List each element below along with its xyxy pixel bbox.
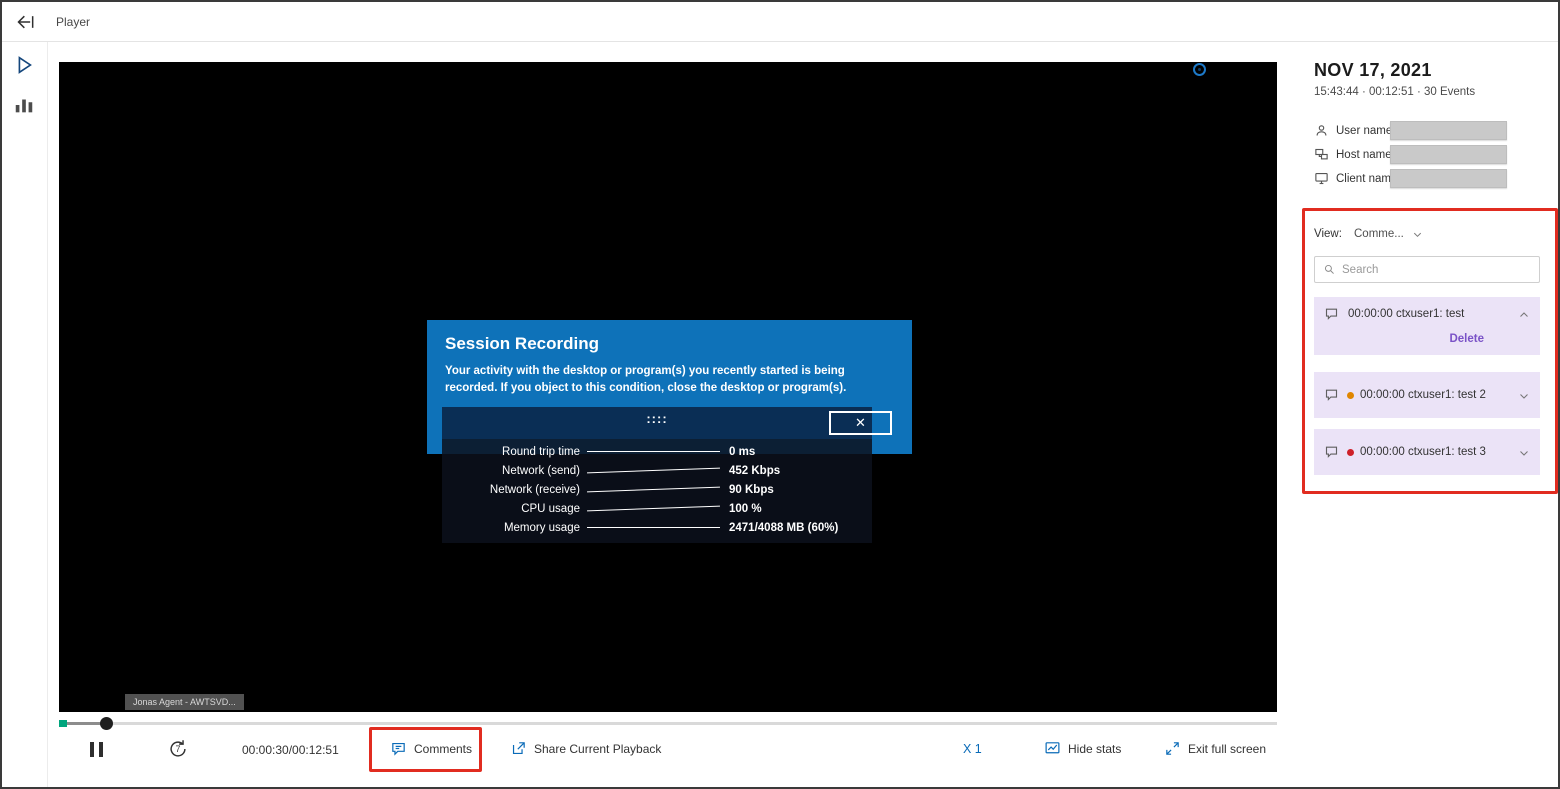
stat-value: 100 % xyxy=(729,503,762,515)
close-icon: ✕ xyxy=(855,415,866,431)
top-bar: Player xyxy=(2,2,1558,42)
chevron-up-icon[interactable] xyxy=(1518,309,1530,321)
stat-sparkline xyxy=(587,506,720,512)
stat-label: Memory usage xyxy=(442,522,580,534)
user-icon xyxy=(1314,123,1329,138)
share-playback-button[interactable]: Share Current Playback xyxy=(510,740,661,757)
stat-value: 0 ms xyxy=(729,446,755,458)
stats-chart-icon xyxy=(1044,740,1061,757)
delete-comment-link[interactable]: Delete xyxy=(1449,333,1484,345)
playback-speed-button[interactable]: X 1 xyxy=(963,742,982,756)
stat-sparkline xyxy=(587,468,720,474)
time-label: 00:00:30/00:12:51 xyxy=(242,743,339,757)
stat-row: Network (send) 452 Kbps xyxy=(442,461,872,480)
share-icon xyxy=(510,740,527,757)
exit-fullscreen-button[interactable]: Exit full screen xyxy=(1164,740,1266,757)
comment-bubble-icon xyxy=(1324,387,1339,402)
pause-icon xyxy=(90,742,94,757)
pause-button[interactable] xyxy=(90,742,103,757)
play-tab-icon[interactable] xyxy=(13,54,35,76)
field-label: Client name xyxy=(1336,173,1397,185)
recording-date: NOV 17, 2021 xyxy=(1314,60,1432,81)
chevron-down-icon[interactable] xyxy=(1518,390,1530,402)
comment-item[interactable]: 00:00:00 ctxuser1: test 2 xyxy=(1314,372,1540,418)
page-title: Player xyxy=(56,15,90,29)
search-input[interactable] xyxy=(1342,264,1531,276)
comment-bubble-icon xyxy=(1324,306,1339,321)
comment-bubble-icon xyxy=(390,740,407,757)
client-name-redacted-value xyxy=(1390,169,1507,188)
comment-item[interactable]: 00:00:00 ctxuser1: test Delete xyxy=(1314,297,1540,355)
comment-bubble-icon xyxy=(1324,444,1339,459)
pointer-highlight-icon xyxy=(1193,63,1206,76)
field-user-name: User name: xyxy=(1314,123,1395,138)
field-client-name: Client name xyxy=(1314,171,1397,186)
comment-item[interactable]: 00:00:00 ctxuser1: test 3 xyxy=(1314,429,1540,475)
hide-stats-button[interactable]: Hide stats xyxy=(1044,740,1121,757)
view-label: View: xyxy=(1314,228,1342,240)
stats-tab-icon[interactable] xyxy=(13,94,35,116)
chevron-down-icon[interactable] xyxy=(1518,447,1530,459)
field-label: Host name: xyxy=(1336,149,1395,161)
user-name-redacted-value xyxy=(1390,121,1507,140)
stat-row: CPU usage 100 % xyxy=(442,499,872,518)
share-label: Share Current Playback xyxy=(534,742,661,756)
event-dot-red xyxy=(1347,449,1354,456)
hide-stats-label: Hide stats xyxy=(1068,742,1121,756)
stat-label: CPU usage xyxy=(442,503,580,515)
stat-row: Network (receive) 90 Kbps xyxy=(442,480,872,499)
host-name-redacted-value xyxy=(1390,145,1507,164)
stat-sparkline xyxy=(587,451,720,452)
event-dot-orange xyxy=(1347,392,1354,399)
host-icon xyxy=(1314,147,1329,162)
comment-text: 00:00:00 ctxuser1: test 3 xyxy=(1360,446,1486,458)
close-stats-button[interactable]: ✕ xyxy=(829,411,892,435)
replay-button[interactable]: 7 xyxy=(167,738,189,760)
timeline-track[interactable] xyxy=(59,722,1277,725)
field-label: User name: xyxy=(1336,125,1395,137)
stat-value: 452 Kbps xyxy=(729,465,780,477)
stats-overlay: :::: ✕ Round trip time 0 ms Network (sen… xyxy=(442,407,872,543)
stats-titlebar: :::: ✕ xyxy=(442,407,872,439)
view-value: Comme... xyxy=(1354,228,1404,240)
stats-table: Round trip time 0 ms Network (send) 452 … xyxy=(442,439,872,543)
replay-seconds-label: 7 xyxy=(167,744,189,754)
dialog-title: Session Recording xyxy=(445,334,894,354)
stat-sparkline xyxy=(587,527,720,528)
stat-sparkline xyxy=(587,487,720,493)
comment-text: 00:00:00 ctxuser1: test 2 xyxy=(1360,389,1486,401)
playback-time: 00:00:30/00:12:51 xyxy=(242,743,339,757)
exit-fullscreen-label: Exit full screen xyxy=(1188,742,1266,756)
field-host-name: Host name: xyxy=(1314,147,1395,162)
dialog-body: Your activity with the desktop or progra… xyxy=(445,363,894,398)
stat-row: Memory usage 2471/4088 MB (60%) xyxy=(442,518,872,537)
exit-fullscreen-icon xyxy=(1164,740,1181,757)
monitor-icon xyxy=(1314,171,1329,186)
drag-handle-icon[interactable]: :::: xyxy=(442,411,872,426)
view-dropdown[interactable]: Comme... xyxy=(1354,228,1423,240)
stat-value: 2471/4088 MB (60%) xyxy=(729,522,838,534)
agent-label: Jonas Agent - AWTSVD... xyxy=(125,694,244,710)
comments-search[interactable] xyxy=(1314,256,1540,283)
timeline-comment-marker[interactable] xyxy=(59,720,67,727)
pause-icon xyxy=(99,742,103,757)
stat-label: Network (send) xyxy=(442,465,580,477)
speed-label: X 1 xyxy=(963,742,982,756)
timeline-scrubber[interactable] xyxy=(100,717,113,730)
stat-value: 90 Kbps xyxy=(729,484,774,496)
comment-text: 00:00:00 ctxuser1: test xyxy=(1348,308,1464,320)
comments-button[interactable]: Comments xyxy=(390,740,472,757)
back-icon[interactable] xyxy=(16,12,36,32)
stat-label: Round trip time xyxy=(442,446,580,458)
stat-label: Network (receive) xyxy=(442,484,580,496)
stat-row: Round trip time 0 ms xyxy=(442,442,872,461)
comments-label: Comments xyxy=(414,742,472,756)
player-window: Player Jonas Agent - AWTSVD... Session R… xyxy=(0,0,1560,789)
search-icon xyxy=(1323,263,1336,276)
left-rail xyxy=(2,42,48,787)
recording-meta: 15:43:44 · 00:12:51 · 30 Events xyxy=(1314,86,1475,98)
chevron-down-icon xyxy=(1412,229,1423,240)
